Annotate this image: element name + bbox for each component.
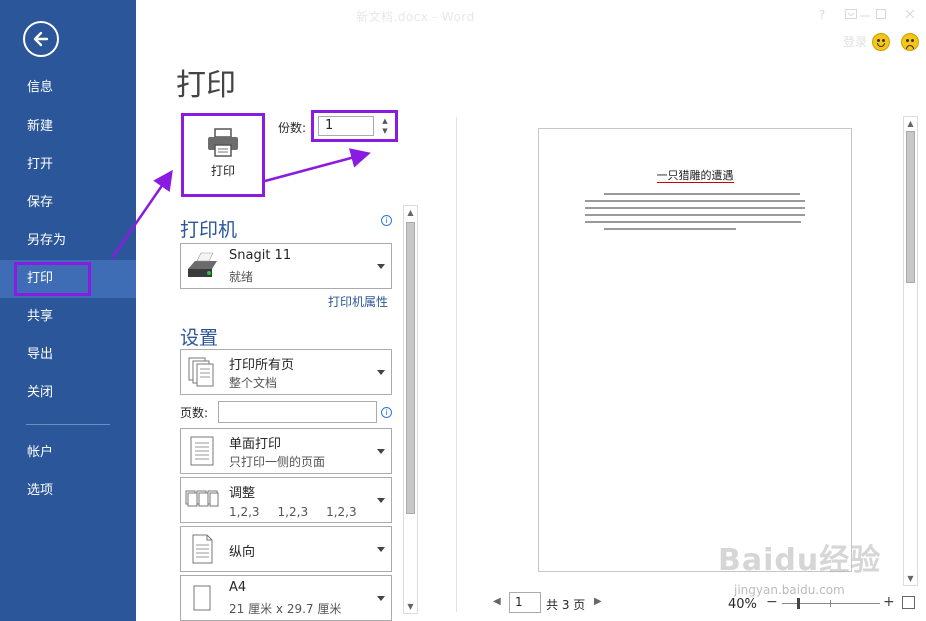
nav-item-save[interactable]: 保存	[0, 184, 136, 222]
back-button[interactable]	[23, 21, 59, 57]
print-button-label: 打印	[210, 164, 235, 178]
title-bar: 新文档.docx - Word ?	[136, 0, 926, 30]
chevron-down-icon	[377, 498, 385, 503]
scroll-up-icon[interactable]: ▲	[406, 208, 415, 217]
watermark-brand: Baidu经验	[718, 543, 882, 578]
orientation-title: 纵向	[229, 545, 256, 560]
sides-dropdown[interactable]: 单面打印 只打印一侧的页面	[180, 428, 392, 474]
nav-divider	[26, 424, 110, 425]
annotation-arrow	[264, 148, 371, 183]
zoom-in-icon[interactable]: +	[883, 594, 895, 610]
previous-page-icon[interactable]: ◀	[493, 596, 501, 607]
printer-status: 就绪	[229, 270, 254, 284]
scrollbar-thumb[interactable]	[906, 131, 915, 283]
collate-icon	[185, 490, 219, 507]
print-preview-page: 一只猎雕的遭遇	[538, 128, 852, 572]
print-range-dropdown[interactable]: 打印所有页 整个文档	[180, 349, 392, 395]
panel-divider	[456, 117, 457, 612]
sides-title: 单面打印	[229, 437, 282, 452]
login-link[interactable]: 登录	[843, 33, 867, 50]
printer-icon	[208, 128, 238, 157]
page-count-label: 共 3 页	[546, 598, 586, 612]
preview-text-line	[585, 221, 801, 223]
close-icon[interactable]	[898, 6, 922, 24]
printer-device-icon	[188, 252, 217, 277]
paper-size-icon	[193, 585, 211, 611]
scroll-up-icon[interactable]: ▲	[906, 119, 915, 128]
copies-highlight-box: 1 ▲ ▼	[311, 110, 398, 142]
collate-title: 调整	[229, 486, 256, 501]
preview-text-line	[604, 193, 800, 195]
preview-text-line	[585, 214, 805, 216]
print-range-subtitle: 整个文档	[229, 376, 278, 390]
paper-size-subtitle: 21 厘米 x 29.7 厘米	[229, 602, 342, 616]
portrait-icon	[192, 534, 213, 564]
stepper-up-icon[interactable]: ▲	[378, 116, 392, 126]
preview-scrollbar[interactable]: ▲ ▼	[903, 116, 918, 586]
smile-icon[interactable]	[872, 33, 890, 51]
nav-item-open[interactable]: 打开	[0, 146, 136, 184]
info-icon[interactable]: i	[381, 407, 392, 418]
collate-dropdown[interactable]: 调整 1,2,3 1,2,3 1,2,3	[180, 477, 392, 523]
frown-icon[interactable]	[901, 33, 919, 51]
paper-size-dropdown[interactable]: A4 21 厘米 x 29.7 厘米	[180, 575, 392, 621]
nav-item-account[interactable]: 帐户	[0, 434, 136, 472]
info-icon[interactable]: i	[381, 215, 392, 226]
preview-text-line	[585, 207, 805, 209]
one-sided-icon	[190, 436, 214, 466]
page-title: 打印	[176, 68, 236, 103]
orientation-dropdown[interactable]: 纵向	[180, 526, 392, 572]
nav-item-print[interactable]: 打印	[0, 260, 136, 298]
page-number-input[interactable]: 1	[509, 592, 541, 613]
copies-stepper[interactable]: ▲ ▼	[378, 116, 392, 136]
chevron-down-icon	[377, 264, 385, 269]
collate-subtitle: 1,2,3 1,2,3 1,2,3	[229, 505, 357, 519]
chevron-down-icon	[377, 449, 385, 454]
settings-scrollbar[interactable]: ▲ ▼	[403, 205, 418, 614]
back-arrow-icon	[33, 31, 49, 47]
scroll-down-icon[interactable]: ▼	[906, 574, 915, 583]
next-page-icon[interactable]: ▶	[594, 596, 602, 607]
scroll-down-icon[interactable]: ▼	[406, 602, 415, 611]
nav-item-new[interactable]: 新建	[0, 108, 136, 146]
zoom-to-page-icon[interactable]	[902, 596, 915, 609]
restore-icon[interactable]	[869, 6, 893, 24]
baidu-watermark: Baidu经验 jingyan.baidu.com	[704, 535, 884, 605]
watermark-url: jingyan.baidu.com	[734, 583, 845, 597]
chevron-down-icon	[377, 370, 385, 375]
window-title: 新文档.docx - Word	[356, 10, 475, 24]
nav-item-info[interactable]: 信息	[0, 69, 136, 107]
pages-icon	[188, 357, 214, 387]
print-nav-highlight-box	[14, 262, 91, 296]
print-range-title: 打印所有页	[229, 358, 295, 373]
nav-item-export[interactable]: 导出	[0, 336, 136, 374]
paper-size-title: A4	[229, 580, 247, 595]
printer-properties-link[interactable]: 打印机属性	[328, 293, 388, 310]
nav-item-share[interactable]: 共享	[0, 298, 136, 336]
backstage-nav: 信息 新建 打开 保存 另存为 打印 共享 导出 关闭 帐户 选项	[0, 0, 136, 621]
pages-input[interactable]	[218, 401, 377, 423]
stepper-down-icon[interactable]: ▼	[378, 126, 392, 136]
print-button[interactable]: 打印	[181, 113, 265, 197]
nav-item-save-as[interactable]: 另存为	[0, 222, 136, 260]
chevron-down-icon	[377, 596, 385, 601]
preview-text-line	[604, 228, 736, 230]
copies-input[interactable]: 1	[318, 116, 374, 136]
help-icon[interactable]: ?	[810, 6, 834, 24]
scrollbar-thumb[interactable]	[406, 222, 415, 514]
copies-label: 份数:	[278, 121, 307, 135]
printer-name: Snagit 11	[229, 248, 292, 263]
settings-heading: 设置	[180, 327, 219, 349]
sides-subtitle: 只打印一侧的页面	[229, 455, 326, 469]
printer-dropdown[interactable]: Snagit 11 就绪	[180, 243, 392, 289]
preview-text-line	[585, 200, 805, 202]
pages-label: 页数:	[180, 406, 209, 420]
chevron-down-icon	[377, 547, 385, 552]
nav-item-options[interactable]: 选项	[0, 472, 136, 510]
nav-item-close[interactable]: 关闭	[0, 374, 136, 412]
preview-document-title: 一只猎雕的遭遇	[656, 169, 734, 183]
printer-heading: 打印机	[180, 219, 238, 241]
